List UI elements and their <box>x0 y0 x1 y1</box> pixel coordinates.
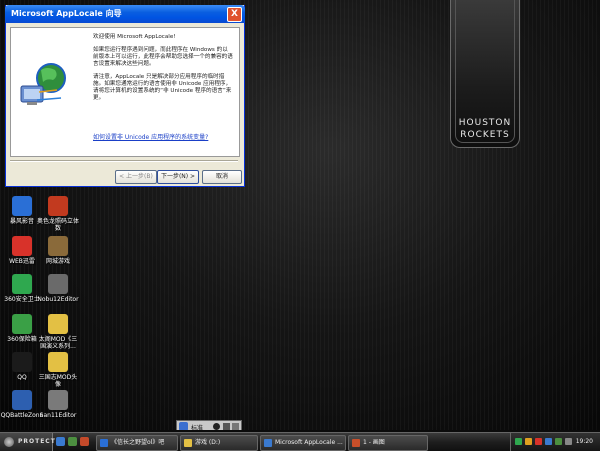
ime-moon-icon[interactable] <box>213 423 220 430</box>
back-button[interactable]: < 上一步(B) <box>115 170 157 184</box>
tray-security-icon[interactable] <box>535 438 542 445</box>
tray-qq-icon[interactable] <box>525 438 532 445</box>
desktop-icon[interactable]: 三国志MOD头像 <box>36 352 80 388</box>
wizard-text: 欢迎使用 Microsoft AppLocale! 如果您运行程序遇到问题，而此… <box>93 34 233 108</box>
logo-line1: HOUSTON <box>458 118 512 128</box>
tray-volume-icon[interactable] <box>545 438 552 445</box>
game-icon <box>48 236 68 256</box>
media-player-icon <box>12 196 32 216</box>
desktop-icon-label: 奥色龙照码立体数 <box>36 218 79 232</box>
desktop-icon[interactable]: 奥色龙照码立体数 <box>36 196 80 232</box>
task-label: Microsoft AppLocale ... <box>275 439 343 446</box>
ime-punct-icon[interactable] <box>223 423 230 430</box>
desktop-icon-label: 三国志MOD头像 <box>38 374 78 388</box>
close-button[interactable]: X <box>227 7 242 22</box>
desktop-icon-label: 网城游戏 <box>45 258 70 265</box>
window-titlebar[interactable]: Microsoft AppLocale 向导 X <box>5 5 245 23</box>
thunder-icon <box>12 236 32 256</box>
ime-toolbar[interactable]: 标准 <box>176 420 242 430</box>
editor-icon <box>48 274 68 294</box>
task-app-icon <box>264 439 272 447</box>
system-tray: 19:20 <box>510 433 600 451</box>
tray-network-icon[interactable] <box>515 438 522 445</box>
clock[interactable]: 19:20 <box>576 438 593 445</box>
desktop-icon-label: Nobu12Editor <box>37 296 79 303</box>
start-orb-icon <box>4 437 14 447</box>
taskbar-task-button[interactable]: 1 - 画图 <box>348 435 428 451</box>
quicklaunch-media-icon[interactable] <box>80 437 89 446</box>
qq-penguin-icon <box>12 352 32 372</box>
editor-icon <box>48 390 68 410</box>
qq-battle-icon <box>12 390 32 410</box>
wizard-content: 欢迎使用 Microsoft AppLocale! 如果您运行程序遇到问题，而此… <box>10 27 240 157</box>
note-paragraph: 请注意，AppLocale 只是解决部分应用程序的临时措施。如果您通常运行的语言… <box>93 74 232 101</box>
taskbar-task-button[interactable]: 游戏 (D:) <box>180 435 258 451</box>
houston-rockets-logo: HOUSTON ROCKETS <box>450 0 520 148</box>
desktop-icon-label: San11Editor <box>39 412 77 419</box>
quicklaunch-ie-icon[interactable] <box>56 437 65 446</box>
desktop-icon[interactable]: Nobu12Editor <box>36 274 80 303</box>
desktop: HOUSTON ROCKETS 暴风影音 奥色龙照码立体数 WEB迅雷 网城游戏 360… <box>0 0 600 430</box>
task-label: 1 - 画图 <box>363 439 385 446</box>
intro-paragraph: 如果您运行程序遇到问题，而此程序在 Windows 的以前版本上可以运行，此程序… <box>93 47 233 67</box>
task-app-icon <box>100 439 108 447</box>
cancel-button[interactable]: 取消 <box>202 170 242 184</box>
ime-keyboard-icon[interactable] <box>232 423 239 430</box>
task-app-icon <box>184 439 192 447</box>
start-label: PROTECT <box>18 438 56 445</box>
desktop-icon-label: 太阁MOD《三国演义系列... <box>38 336 78 350</box>
folder-icon <box>48 314 68 334</box>
desktop-icon[interactable]: 网城游戏 <box>36 236 80 265</box>
taskbar-task-button[interactable]: Microsoft AppLocale ... <box>260 435 346 451</box>
task-app-icon <box>352 439 360 447</box>
help-link[interactable]: 如何设置非 Unicode 应用程序的系统变量? <box>93 132 208 141</box>
ime-mode-label: 标准 <box>191 425 204 430</box>
tray-360-icon[interactable] <box>555 438 562 445</box>
safe-icon <box>12 314 32 334</box>
task-label: 《信长之野望ol》吧 <box>111 439 165 446</box>
shield-icon <box>12 274 32 294</box>
task-label: 游戏 (D:) <box>195 439 221 446</box>
button-separator <box>10 160 238 162</box>
applocale-window: Microsoft AppLocale 向导 X 欢迎使用 Microsoft … <box>5 5 245 187</box>
window-title: Microsoft AppLocale 向导 <box>11 9 122 18</box>
next-button[interactable]: 下一步(N) > <box>157 170 199 184</box>
dragon-icon <box>48 196 68 216</box>
ime-icon[interactable] <box>179 422 188 430</box>
logo-line2: ROCKETS <box>460 130 510 140</box>
desktop-icon[interactable]: 太阁MOD《三国演义系列... <box>36 314 80 350</box>
globe-network-icon <box>20 63 66 105</box>
tray-ime-icon[interactable] <box>565 438 572 445</box>
folder-icon <box>48 352 68 372</box>
desktop-icon[interactable]: San11Editor <box>36 390 80 419</box>
quicklaunch-desktop-icon[interactable] <box>68 437 77 446</box>
taskbar-task-button[interactable]: 《信长之野望ol》吧 <box>96 435 178 451</box>
welcome-text: 欢迎使用 Microsoft AppLocale! <box>93 34 176 40</box>
start-button[interactable]: PROTECT <box>0 433 56 451</box>
taskbar: PROTECT 《信长之野望ol》吧 游戏 (D:) Microsoft AppLo… <box>0 432 600 451</box>
